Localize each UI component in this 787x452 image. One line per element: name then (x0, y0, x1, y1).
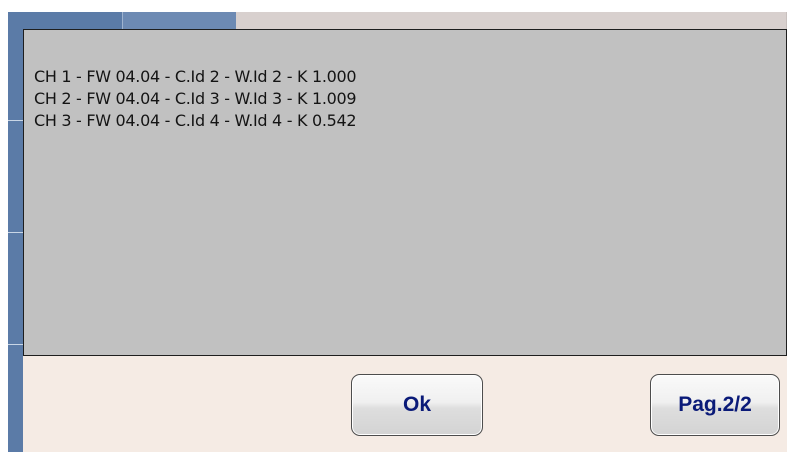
channel-info-panel: CH 1 - FW 04.04 - C.Id 2 - W.Id 2 - K 1.… (23, 29, 787, 356)
channel-info-line: CH 1 - FW 04.04 - C.Id 2 - W.Id 2 - K 1.… (34, 67, 357, 86)
background-sidebar-divider (8, 344, 24, 345)
channel-info-dialog: CH 1 - FW 04.04 - C.Id 2 - W.Id 2 - K 1.… (23, 29, 787, 452)
channel-info-line: CH 2 - FW 04.04 - C.Id 3 - W.Id 3 - K 1.… (34, 89, 357, 108)
channel-info-list: CH 1 - FW 04.04 - C.Id 2 - W.Id 2 - K 1.… (34, 66, 357, 132)
channel-info-line: CH 3 - FW 04.04 - C.Id 4 - W.Id 4 - K 0.… (34, 111, 357, 130)
background-sidebar-divider (8, 120, 24, 121)
screen: CH 1 - FW 04.04 - C.Id 2 - W.Id 2 - K 1.… (0, 0, 787, 452)
ok-button[interactable]: Ok (351, 374, 483, 436)
background-header-strip (236, 12, 787, 30)
background-tab (26, 12, 122, 30)
page-button[interactable]: Pag.2/2 (650, 374, 780, 436)
page-button-label: Pag.2/2 (678, 393, 752, 416)
background-sidebar-divider (8, 232, 24, 233)
ok-button-label: Ok (402, 393, 431, 416)
background-tab-active (122, 12, 237, 30)
